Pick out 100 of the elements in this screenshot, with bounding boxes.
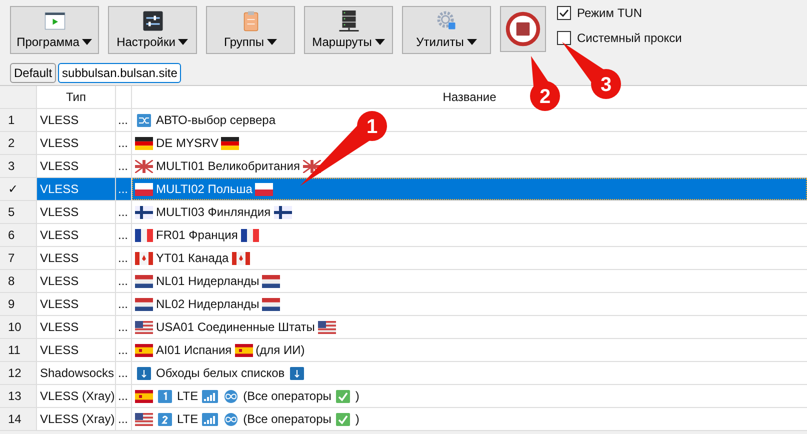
row-header: ✓ xyxy=(0,178,37,200)
server-name: YT01 Канада xyxy=(156,251,229,265)
table-row[interactable]: 14 VLESS (Xray) ... LTE (Все операторы ) xyxy=(0,408,807,431)
callout-pin: 2 xyxy=(530,56,560,111)
server-name: NL02 Нидерланды xyxy=(156,297,260,311)
flag-icon xyxy=(135,206,153,218)
server-name: ) xyxy=(355,412,360,426)
flag-icon xyxy=(135,344,153,356)
server-name: NL01 Нидерланды xyxy=(156,274,260,288)
flag-icon xyxy=(318,320,336,334)
table-cell: ... xyxy=(116,339,132,361)
signal-icon xyxy=(201,412,220,426)
table-row[interactable]: 13 VLESS (Xray) ... LTE (Все операторы ) xyxy=(0,385,807,408)
server-name: MULTI01 Великобритания xyxy=(156,159,300,173)
row-header: 9 xyxy=(0,293,37,315)
server-name: АВТО-выбор сервера xyxy=(156,113,276,127)
table-cell: ... xyxy=(116,132,132,154)
server-name: (для ИИ) xyxy=(256,343,305,357)
flag-icon xyxy=(135,274,153,288)
server-name: MULTI03 Финляндия xyxy=(156,205,271,219)
caret-icon xyxy=(178,39,188,45)
table-cell: ... xyxy=(116,201,132,223)
row-header: 14 xyxy=(0,408,37,430)
stop-icon xyxy=(504,10,542,48)
flag-icon xyxy=(234,344,253,356)
server-name: MULTI02 Польша xyxy=(156,182,252,196)
checkbox[interactable] xyxy=(557,6,571,20)
table-cell: ... xyxy=(116,316,132,338)
caret-icon xyxy=(82,39,92,45)
tab[interactable]: subbulsan.bulsan.site xyxy=(58,63,182,83)
callout-pin: 1 xyxy=(300,111,387,186)
toolbar-button[interactable]: Утилиты xyxy=(402,6,491,54)
stop-button[interactable] xyxy=(500,6,546,52)
row-header: 7 xyxy=(0,247,37,269)
keycap-icon xyxy=(156,412,174,426)
flag-icon xyxy=(262,274,280,288)
flag-icon xyxy=(135,136,153,150)
server-name: LTE xyxy=(177,389,198,403)
table-row[interactable]: 12 Shadowsocks ... Обходы белых списков xyxy=(0,362,807,385)
row-header: 5 xyxy=(0,201,37,223)
toolbar-button[interactable]: Настройки xyxy=(108,6,197,54)
flag-icon xyxy=(135,228,153,242)
server-rack-icon xyxy=(336,9,360,33)
table-row[interactable]: 11 VLESS ... AI01 Испания (для ИИ) xyxy=(0,339,807,362)
row-header: 13 xyxy=(0,385,37,407)
table-row[interactable]: 7 VLESS ... YT01 Канада xyxy=(0,247,807,270)
server-name: DE MYSRV xyxy=(156,136,218,150)
checkbox-label: Режим TUN xyxy=(577,6,642,20)
row-header: 11 xyxy=(0,339,37,361)
table-cell: VLESS xyxy=(37,132,116,154)
table-cell: ... xyxy=(116,224,132,246)
column-header[interactable]: Название xyxy=(442,90,496,104)
table-cell: ... xyxy=(116,109,132,131)
table-row[interactable]: 6 VLESS ... FR01 Франция xyxy=(0,224,807,247)
callout-pin: 3 xyxy=(562,42,621,99)
caret-icon xyxy=(466,39,477,45)
table-cell: VLESS xyxy=(37,293,116,315)
table-cell: Shadowsocks xyxy=(37,362,116,384)
row-header: 6 xyxy=(0,224,37,246)
table-row[interactable]: 5 VLESS ... MULTI03 Финляндия xyxy=(0,201,807,224)
toolbar-button[interactable]: Группы xyxy=(206,6,295,54)
table-cell: ... xyxy=(116,270,132,292)
table-cell: ... xyxy=(116,293,132,315)
table-row[interactable]: 8 VLESS ... NL01 Нидерланды xyxy=(0,270,807,293)
table-cell: ... xyxy=(116,155,132,177)
table-cell: VLESS xyxy=(37,109,116,131)
row-header: 12 xyxy=(0,362,37,384)
toolbar-button[interactable]: Программа xyxy=(10,6,99,54)
table-cell: VLESS xyxy=(37,270,116,292)
tab[interactable]: Default xyxy=(10,63,56,83)
check-icon xyxy=(334,390,352,402)
table-cell: VLESS xyxy=(37,339,116,361)
server-name: LTE xyxy=(177,412,198,426)
sliders-icon xyxy=(140,9,164,33)
checkbox-label: Системный прокси xyxy=(577,31,682,45)
table-cell: ... xyxy=(116,247,132,269)
table-row[interactable]: 10 VLESS ... USA01 Соединенные Штаты xyxy=(0,316,807,339)
server-name: USA01 Соединенные Штаты xyxy=(156,320,315,334)
flag-icon xyxy=(221,136,240,150)
table-row[interactable]: 9 VLESS ... NL02 Нидерланды xyxy=(0,293,807,316)
row-header: 8 xyxy=(0,270,37,292)
table-cell: VLESS (Xray) xyxy=(37,408,116,430)
row-header: 1 xyxy=(0,109,37,131)
flag-icon xyxy=(135,298,153,310)
infinity-icon xyxy=(222,390,240,402)
flag-icon xyxy=(135,390,153,402)
check-icon xyxy=(334,412,352,426)
caret-icon xyxy=(374,39,385,45)
table-cell: ... xyxy=(116,178,132,200)
checkbox[interactable] xyxy=(557,31,571,45)
table-cell: ... xyxy=(116,408,132,430)
row-header: 2 xyxy=(0,132,37,154)
column-header[interactable]: Тип xyxy=(37,86,116,108)
flag-icon xyxy=(135,320,153,334)
table-cell: VLESS xyxy=(37,224,116,246)
table-cell: VLESS (Xray) xyxy=(37,385,116,407)
server-name: FR01 Франция xyxy=(156,228,238,242)
row-header: 3 xyxy=(0,155,37,177)
toolbar-button[interactable]: Маршруты xyxy=(304,6,393,54)
table-cell: VLESS xyxy=(37,247,116,269)
